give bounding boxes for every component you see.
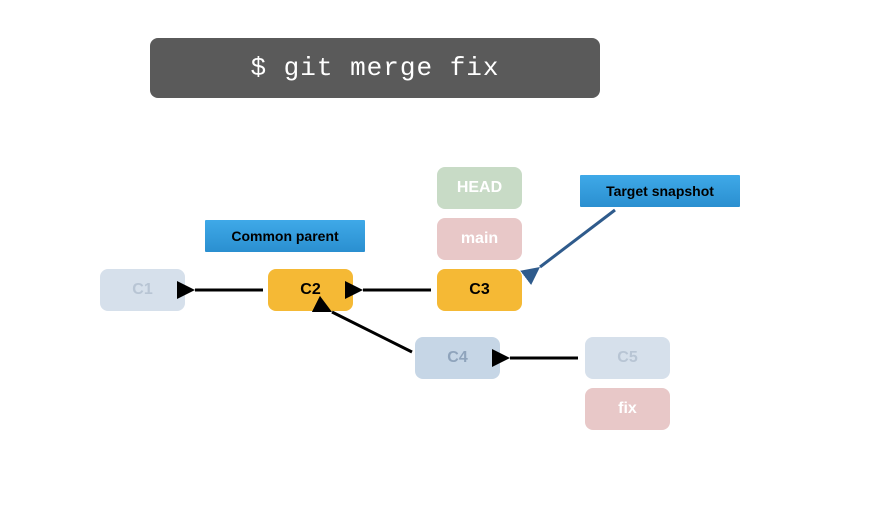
label-target-snapshot: Target snapshot: [580, 175, 740, 207]
arrow-c4-c2: [320, 300, 420, 360]
ref-fix: fix: [585, 388, 670, 430]
arrow-c2-c1: [185, 280, 270, 300]
label-common-parent: Common parent: [205, 220, 365, 252]
commit-c4-text: C4: [447, 349, 467, 367]
commit-c1-text: C1: [132, 281, 152, 299]
commit-c5-text: C5: [617, 349, 637, 367]
arrow-c5-c4: [500, 348, 585, 368]
ref-fix-text: fix: [618, 400, 637, 418]
commit-c3: C3: [437, 269, 522, 311]
ref-head: HEAD: [437, 167, 522, 209]
label-target-snapshot-text: Target snapshot: [606, 183, 714, 199]
command-bar: $ git merge fix: [150, 38, 600, 98]
ref-head-text: HEAD: [457, 179, 502, 197]
ref-main-text: main: [461, 230, 498, 248]
label-common-parent-text: Common parent: [231, 228, 338, 244]
command-text: $ git merge fix: [250, 53, 499, 83]
ref-main: main: [437, 218, 522, 260]
commit-c1: C1: [100, 269, 185, 311]
arrow-target-c3: [525, 205, 625, 280]
commit-c2-text: C2: [300, 281, 320, 299]
commit-c5: C5: [585, 337, 670, 379]
arrow-c3-c2: [353, 280, 438, 300]
commit-c3-text: C3: [469, 281, 489, 299]
commit-c4: C4: [415, 337, 500, 379]
